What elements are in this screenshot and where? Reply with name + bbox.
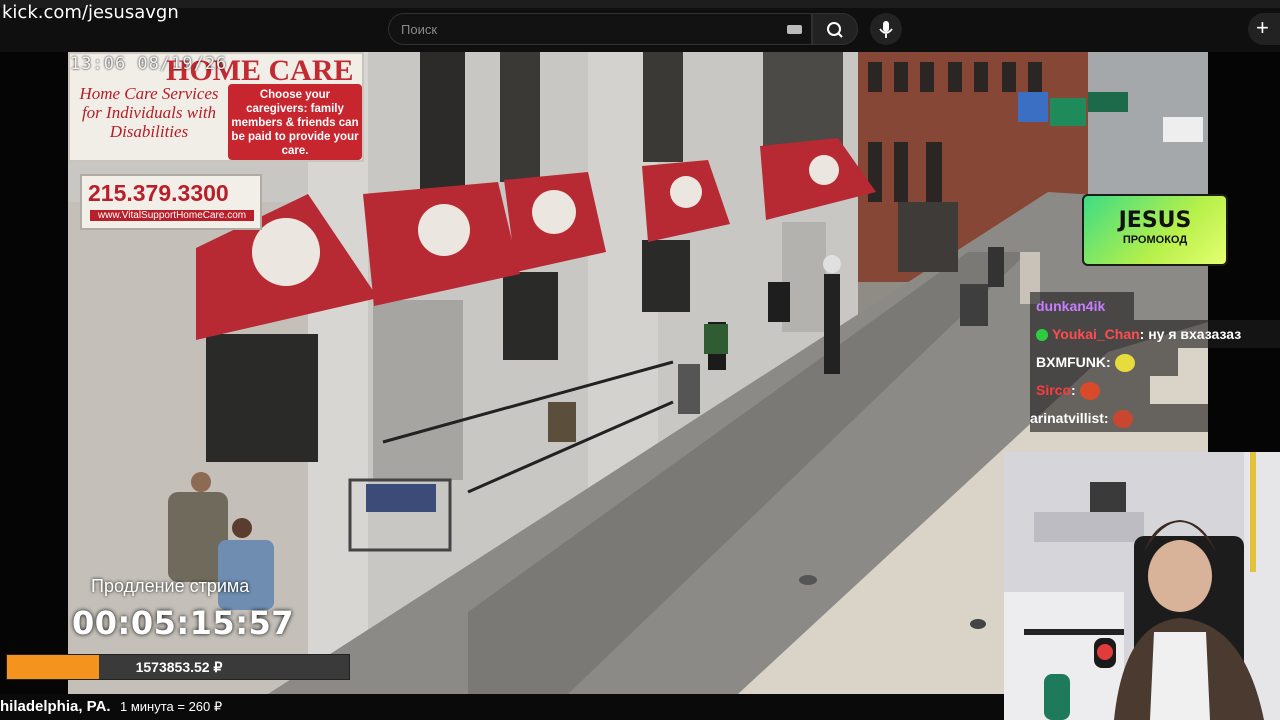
- sign-caregiver-text: Choose your caregivers: family members &…: [228, 84, 362, 160]
- bottom-info-bar: hiladelphia, PA. 1 минута = 260 ₽: [0, 694, 1004, 720]
- search-button[interactable]: [812, 13, 858, 45]
- chat-text: :: [1071, 382, 1076, 398]
- streamer-webcam: [1004, 452, 1280, 720]
- keyboard-icon[interactable]: [787, 25, 802, 34]
- chat-username: arinatvillist: [1030, 410, 1104, 426]
- donation-progress-bar: 1573853.52 ₽: [6, 654, 350, 680]
- search-icon: [827, 22, 843, 38]
- rate-label: 1 минута = 260 ₽: [120, 699, 223, 714]
- youtube-top-bar: kick.com/jesusavgn +: [0, 0, 1280, 52]
- chat-overlay: dunkan4ik Youkai_Chan: ну я вхазазаз BXM…: [1030, 292, 1280, 432]
- chat-text: :: [1103, 410, 1109, 426]
- stream-extension-label: Продление стрима: [91, 576, 250, 596]
- sign-services-text: Home Care Services for Individuals with …: [79, 84, 219, 141]
- chat-username: Sirco: [1036, 382, 1072, 398]
- stream-extension-timer: 00:05:15:57: [72, 604, 295, 642]
- stream-screen: kick.com/jesusavgn +: [0, 0, 1280, 720]
- voice-search-button[interactable]: [870, 13, 902, 45]
- verified-icon: [1036, 329, 1048, 342]
- chat-username: dunkan4ik: [1036, 298, 1106, 314]
- channel-url: kick.com/jesusavgn: [2, 2, 179, 23]
- webcam-scene: [1004, 452, 1280, 720]
- chat-message: arinatvillist:: [1030, 404, 1208, 432]
- sign-website: www.VitalSupportHomeCare.com: [90, 210, 254, 221]
- chat-username: Youkai_Chan: [1052, 326, 1140, 342]
- promo-subtitle: ПРОМОКОД: [1122, 234, 1188, 246]
- phone-sign: 215.379.3300 www.VitalSupportHomeCare.co…: [80, 174, 262, 230]
- phone-number: 215.379.3300: [88, 180, 229, 206]
- microphone-icon: [879, 21, 893, 38]
- chat-message: Sirco:: [1030, 376, 1150, 404]
- camera-timestamp: 13:06 08/19/26: [70, 54, 228, 74]
- plus-icon: +: [1256, 15, 1269, 40]
- red-emote-icon: [1112, 410, 1133, 429]
- location-label: hiladelphia, PA.: [0, 698, 111, 715]
- promo-code-badge: JESUS ПРОМОКОД: [1082, 194, 1228, 266]
- search-box[interactable]: [388, 13, 812, 45]
- donation-amount: 1573853.52 ₽: [135, 659, 223, 675]
- chat-message: BXMFUNK:: [1030, 348, 1178, 376]
- search-input[interactable]: [401, 14, 761, 44]
- promo-title: JESUS: [1118, 208, 1192, 233]
- chat-message: dunkan4ik: [1030, 292, 1134, 320]
- red-emote-icon: [1079, 382, 1100, 401]
- create-button[interactable]: +: [1248, 13, 1280, 45]
- chat-username: BXMFUNK: [1036, 354, 1106, 370]
- chat-text: :: [1106, 354, 1111, 370]
- chat-message: Youkai_Chan: ну я вхазазаз: [1030, 320, 1280, 348]
- yellow-emote-icon: [1114, 354, 1135, 373]
- chat-text: : ну я вхазазаз: [1139, 326, 1242, 342]
- top-strip: [0, 0, 1280, 8]
